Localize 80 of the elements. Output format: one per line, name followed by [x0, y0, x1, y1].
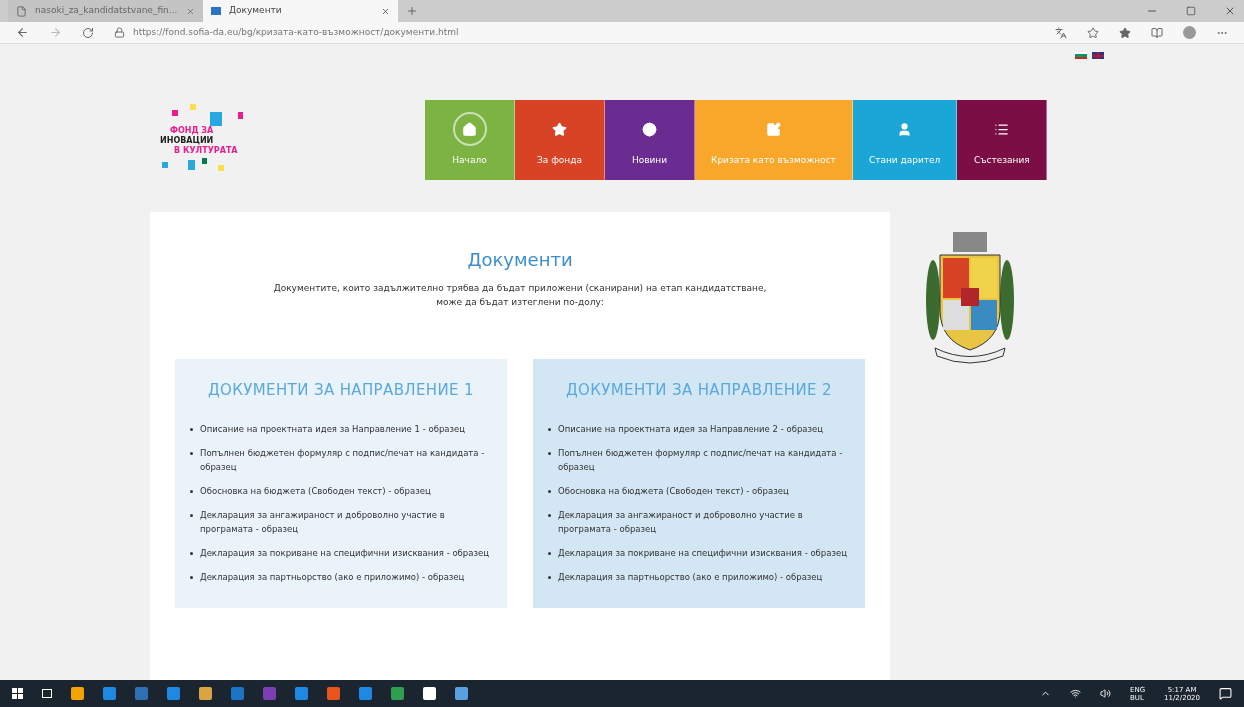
bulgarian-flag-icon[interactable]: [1075, 52, 1087, 59]
bullet-icon: [548, 575, 551, 579]
app-tile-icon[interactable]: [167, 687, 180, 700]
app-tile-icon[interactable]: [455, 687, 468, 700]
collections-icon[interactable]: [1151, 26, 1163, 39]
intro-text: може да бъдат изтеглени по-долу:: [435, 296, 605, 309]
browser-tab[interactable]: Документи: [203, 0, 398, 22]
file-icon: [16, 5, 27, 17]
document-link[interactable]: Попълнен бюджетен формуляр с подпис/печат на кандидата - образец: [200, 445, 495, 474]
logo-text: В КУЛТУРАТА: [173, 146, 239, 156]
bullet-icon: [548, 451, 551, 455]
app-tile-icon[interactable]: [359, 687, 372, 700]
app-tile-icon[interactable]: [199, 687, 212, 700]
bullet-icon: [190, 489, 193, 493]
app-tile-icon[interactable]: [327, 687, 340, 700]
close-icon[interactable]: [186, 6, 195, 16]
profile-icon[interactable]: [1183, 26, 1196, 39]
document-link[interactable]: Описание на проектната идея за Направление 2 - образец: [558, 421, 823, 436]
document-link[interactable]: Декларация за ангажираност и доброволно участие в програмата - образец: [200, 507, 495, 536]
page-icon: [211, 7, 221, 15]
app-tile-icon[interactable]: [263, 687, 276, 700]
document-link[interactable]: Декларация за ангажираност и доброволно участие в програмата - образец: [558, 507, 853, 536]
task-view-icon[interactable]: [42, 689, 52, 698]
favorites-icon[interactable]: [1119, 26, 1131, 39]
page-title: Документи: [466, 248, 574, 272]
document-link[interactable]: Обосновка на бюджета (Свободен текст) - образец: [200, 483, 431, 498]
document-link[interactable]: Декларация за партньорство (ако е приложимо) - образец: [200, 569, 465, 584]
document-link[interactable]: Декларация за партньорство (ако е приложимо) - образец: [558, 569, 823, 584]
star-icon: [552, 121, 567, 137]
nav-item[interactable]: Новини: [605, 100, 695, 180]
maximize-icon[interactable]: [1186, 6, 1196, 16]
translate-icon[interactable]: [1055, 26, 1067, 39]
app-tile-icon[interactable]: [103, 687, 116, 700]
document-link[interactable]: Попълнен бюджетен формуляр с подпис/печат на кандидата - образец: [558, 445, 853, 474]
app-tile-icon[interactable]: [231, 687, 244, 700]
intro-text: Документите, които задължително трябва да бъдат приложени (сканирани) на етап кандидатстване,: [272, 282, 768, 295]
logo-text: ФОНД ЗА: [169, 126, 215, 136]
back-icon[interactable]: [16, 26, 29, 39]
app-tile-icon[interactable]: [391, 687, 404, 700]
document-link[interactable]: Описание на проектната идея за Направление 1 - образец: [200, 421, 465, 436]
document-link[interactable]: Декларация за покриване на специфични изисквания - образец: [558, 545, 847, 560]
user-icon: [897, 121, 913, 137]
close-icon[interactable]: [381, 6, 390, 16]
list-icon: [994, 121, 1010, 137]
logo-text: ИНОВАЦИИ: [160, 136, 215, 146]
british-flag-icon[interactable]: [1092, 52, 1104, 59]
browser-tab[interactable]: nasoki_za_kandidatstvane_fin...: [8, 0, 203, 22]
document-link[interactable]: Декларация за покриване на специфични изисквания - образец: [200, 545, 489, 560]
bullet-icon: [548, 489, 551, 493]
bullet-icon: [548, 551, 551, 555]
reload-icon[interactable]: [82, 26, 94, 39]
app-tile-icon[interactable]: [423, 687, 436, 700]
bullet-icon: [190, 551, 193, 555]
card-title: ДОКУМЕНТИ ЗА НАПРАВЛЕНИЕ 2: [565, 380, 833, 401]
bullet-icon: [190, 427, 193, 431]
bullet-icon: [548, 513, 551, 517]
favorite-icon[interactable]: [1087, 26, 1099, 39]
windows-start-icon[interactable]: [12, 688, 23, 699]
app-tile-icon[interactable]: [71, 687, 84, 700]
home-icon: [462, 121, 477, 137]
bullet-icon: [190, 513, 193, 517]
bullet-icon: [548, 427, 551, 431]
bullet-icon: [190, 575, 193, 579]
app-tile-icon[interactable]: [135, 687, 148, 700]
card-title: ДОКУМЕНТИ ЗА НАПРАВЛЕНИЕ 1: [207, 380, 475, 401]
network-icon[interactable]: [1070, 688, 1081, 699]
document-link[interactable]: Обосновка на бюджета (Свободен текст) - образец: [558, 483, 789, 498]
address-field[interactable]: https://fond.sofia-da.eu/bg/кризата-като-възможност/документи.html: [133, 25, 459, 40]
forward-icon[interactable]: [49, 26, 62, 39]
nav-item[interactable]: Състезания: [957, 100, 1048, 180]
close-icon[interactable]: [1224, 5, 1236, 17]
logo-squares-drawing: [160, 158, 226, 172]
new-tab-icon[interactable]: [406, 5, 418, 17]
speaker-icon[interactable]: [1100, 688, 1111, 699]
notifications-icon[interactable]: [1219, 687, 1232, 700]
edit-icon: [765, 121, 781, 137]
lock-icon: [114, 27, 125, 38]
bullet-icon: [190, 451, 193, 455]
nav-item[interactable]: За фонда: [515, 100, 605, 180]
app-tile-icon[interactable]: [295, 687, 308, 700]
